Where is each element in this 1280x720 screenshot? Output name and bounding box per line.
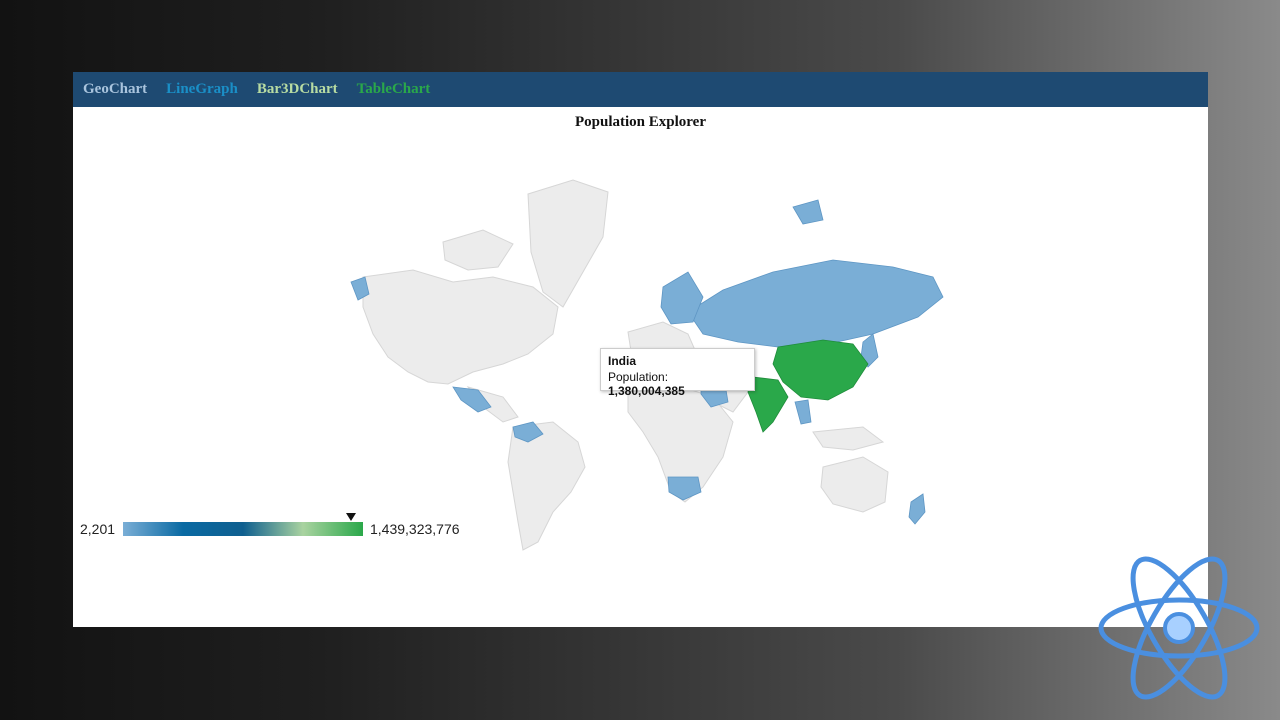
country-indonesia[interactable] xyxy=(812,426,885,451)
country-south-africa[interactable] xyxy=(667,476,702,501)
country-south-america[interactable] xyxy=(507,421,586,551)
country-australia[interactable] xyxy=(820,456,889,513)
country-new-zealand[interactable] xyxy=(908,493,926,525)
country-canada-islands[interactable] xyxy=(442,229,514,271)
country-russia[interactable] xyxy=(687,259,944,348)
react-logo-icon xyxy=(1098,556,1260,700)
country-north-america[interactable] xyxy=(362,269,559,385)
tooltip-metric-label: Population: xyxy=(608,370,669,384)
tooltip-metric-value: 1,380,004,385 xyxy=(608,384,685,398)
color-legend: 2,201 1,439,323,776 xyxy=(73,512,473,542)
legend-max-label: 1,439,323,776 xyxy=(370,521,460,537)
country-mexico[interactable] xyxy=(452,386,492,413)
legend-min-label: 2,201 xyxy=(80,521,116,537)
app-window: GeoChart LineGraph Bar3DChart TableChart… xyxy=(73,72,1208,627)
legend-gradient-bar xyxy=(123,522,363,536)
tooltip-country-name: India xyxy=(608,354,637,368)
legend-marker-icon xyxy=(346,513,356,521)
country-thailand[interactable] xyxy=(794,399,812,425)
country-arctic-islands-east[interactable] xyxy=(792,199,824,225)
country-china[interactable] xyxy=(772,339,869,401)
country-greenland[interactable] xyxy=(527,179,609,308)
map-tooltip: India Population: 1,380,004,385 xyxy=(600,348,755,398)
